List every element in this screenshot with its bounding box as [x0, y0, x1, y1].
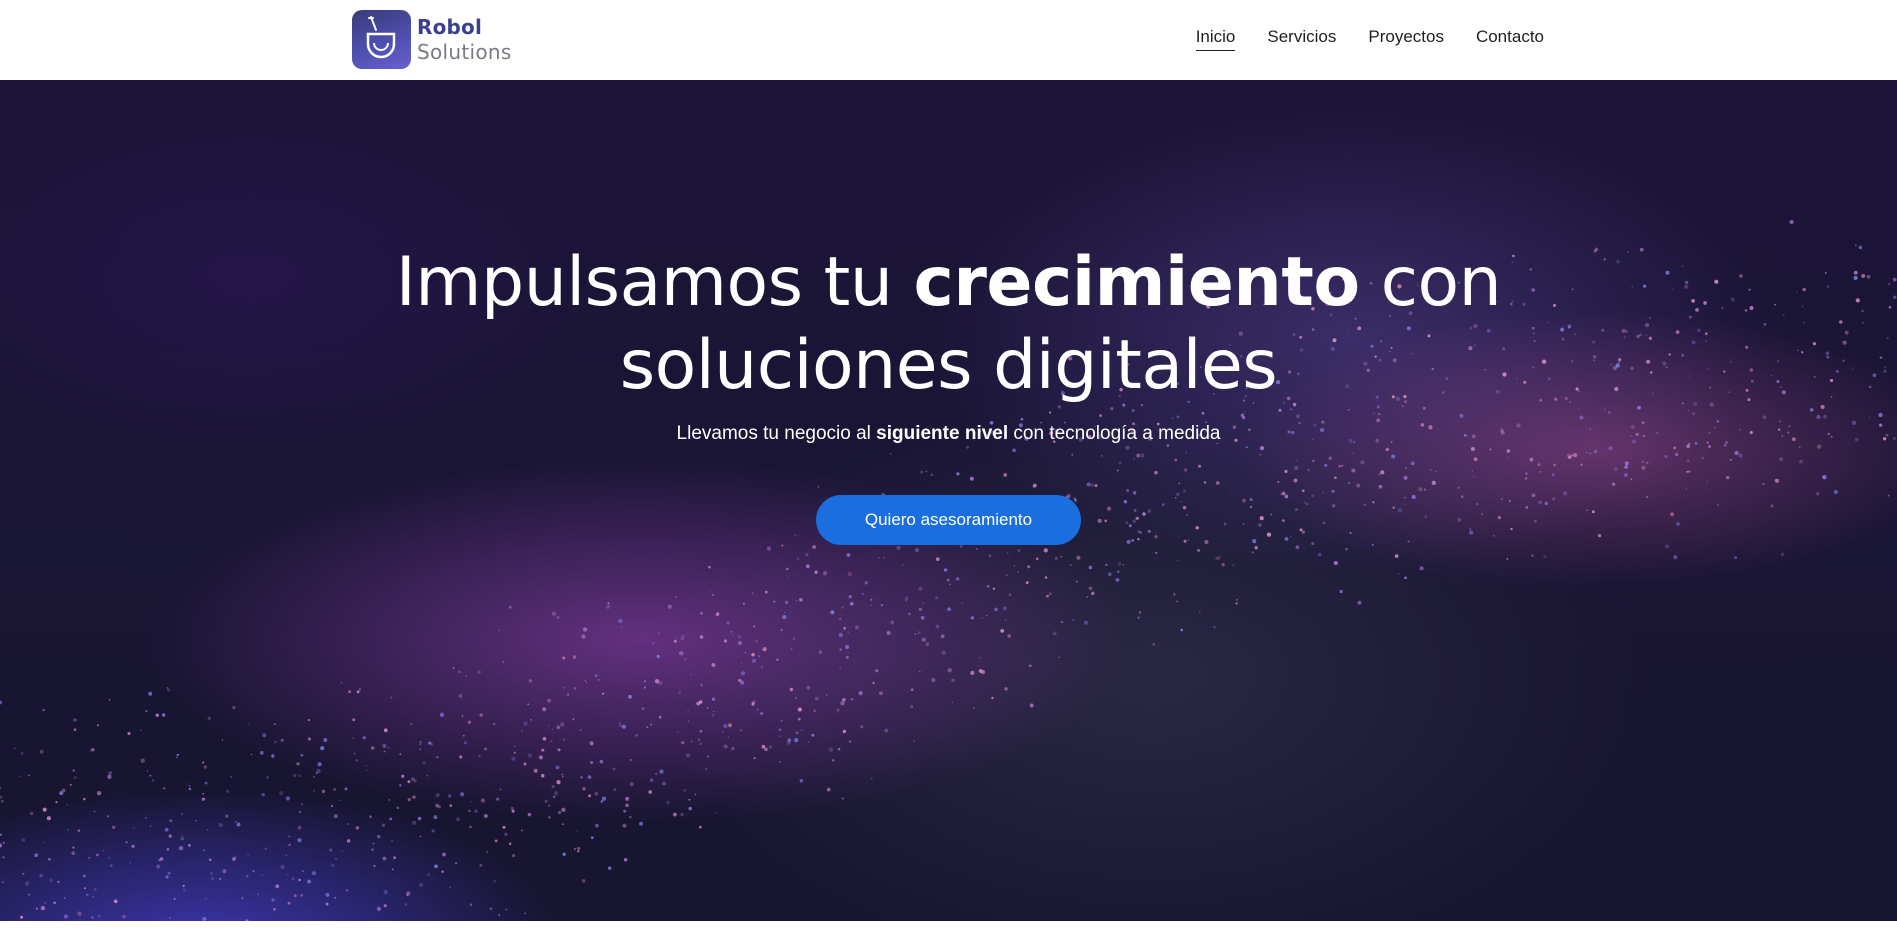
hero-title: Impulsamos tu crecimiento con soluciones …: [0, 241, 1897, 407]
hero-title-bold: crecimiento: [913, 243, 1361, 322]
site-header: Robol Solutions Inicio Servicios Proyect…: [0, 0, 1897, 80]
hero-subtitle-part1: Llevamos tu negocio al: [676, 423, 877, 444]
nav-item-servicios[interactable]: Servicios: [1267, 27, 1336, 51]
cup-with-straw-icon: [352, 9, 411, 69]
cta-button[interactable]: Quiero asesoramiento: [816, 495, 1081, 545]
hero-subtitle: Llevamos tu negocio al siguiente nivel c…: [0, 423, 1897, 445]
brand-name: Robol Solutions: [417, 17, 512, 62]
nav-item-proyectos[interactable]: Proyectos: [1368, 27, 1444, 51]
hero-subtitle-bold: siguiente nivel: [876, 423, 1009, 444]
page-bottom-strip: [0, 921, 1897, 945]
hero-section: Impulsamos tu crecimiento con soluciones …: [0, 80, 1897, 921]
hero-subtitle-part2: con tecnología a medida: [1008, 423, 1221, 444]
hero-title-part2: con: [1359, 243, 1502, 322]
nav-item-contacto[interactable]: Contacto: [1476, 27, 1544, 51]
hero-title-line2: soluciones digitales: [619, 326, 1278, 405]
brand-logo[interactable]: Robol Solutions: [352, 9, 512, 69]
brand-name-line1: Robol: [417, 14, 483, 39]
nav-item-inicio[interactable]: Inicio: [1195, 27, 1236, 51]
hero-title-part1: Impulsamos tu: [395, 243, 914, 322]
brand-name-line2: Solutions: [417, 39, 512, 64]
main-nav: Inicio Servicios Proyectos Contacto: [1195, 27, 1544, 51]
